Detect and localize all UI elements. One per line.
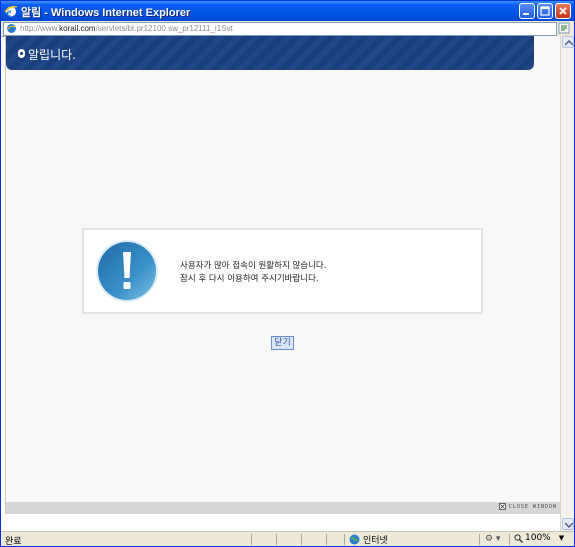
scroll-up-button[interactable] bbox=[562, 36, 574, 48]
message-box: 사용자가 많아 접속이 원활하지 않습니다. 잠시 후 다시 이용하여 주시기바… bbox=[82, 228, 483, 314]
minimize-icon bbox=[523, 13, 529, 15]
protected-mode-icon[interactable]: ⚙ ▾ bbox=[485, 534, 500, 544]
close-icon bbox=[559, 7, 567, 15]
zone-label: 인터넷 bbox=[363, 536, 388, 546]
status-divider bbox=[276, 534, 277, 545]
security-zone[interactable]: 인터넷 bbox=[349, 533, 388, 546]
address-path: /servlets/bt.pr12100.sw_pr12111_i1Svt bbox=[95, 24, 233, 33]
title-bar[interactable]: e 알림 - Windows Internet Explorer bbox=[1, 1, 574, 21]
status-divider bbox=[301, 534, 302, 545]
header-banner: 알립니다. bbox=[6, 36, 534, 70]
scroll-down-button[interactable] bbox=[562, 518, 574, 530]
zoom-icon bbox=[514, 533, 523, 543]
maximize-icon bbox=[540, 6, 550, 16]
footer-strip: CLOSE WINDOW bbox=[6, 502, 561, 514]
status-text: 완료 bbox=[5, 537, 22, 547]
vertical-scrollbar[interactable] bbox=[560, 36, 574, 531]
page-content: 알립니다. 사용자가 많아 접속이 원활하지 않습니다. 잠시 후 다시 이용하… bbox=[5, 36, 561, 514]
chevron-up-icon bbox=[565, 40, 573, 46]
ie-icon: e bbox=[4, 5, 18, 18]
address-domain: korail.com bbox=[59, 24, 96, 33]
close-window-button[interactable] bbox=[555, 3, 571, 19]
message-line-2: 잠시 후 다시 이용하여 주시기바랍니다. bbox=[180, 274, 319, 284]
maximize-button[interactable] bbox=[537, 3, 553, 19]
status-divider bbox=[251, 534, 252, 545]
close-box-icon bbox=[498, 503, 506, 510]
window-title: 알림 - Windows Internet Explorer bbox=[21, 7, 191, 19]
close-window-link[interactable]: CLOSE WINDOW bbox=[498, 503, 557, 510]
address-url: http://www.korail.com/servlets/bt.pr1210… bbox=[20, 23, 233, 34]
certificate-icon[interactable] bbox=[558, 22, 570, 34]
status-divider bbox=[326, 534, 327, 545]
bullet-icon bbox=[18, 49, 25, 58]
zoom-level: 100% bbox=[525, 533, 551, 543]
close-button[interactable]: 닫기 bbox=[271, 336, 294, 350]
status-divider bbox=[344, 534, 345, 545]
message-line-1: 사용자가 많아 접속이 원활하지 않습니다. bbox=[180, 261, 327, 271]
address-prefix: http://www. bbox=[20, 24, 60, 33]
zoom-control[interactable]: 100% ▼ bbox=[514, 533, 564, 543]
page-icon bbox=[7, 24, 17, 33]
banner-title: 알립니다. bbox=[28, 48, 76, 62]
address-field[interactable]: http://www.korail.com/servlets/bt.pr1210… bbox=[3, 22, 557, 36]
globe-icon bbox=[349, 534, 360, 545]
status-divider bbox=[509, 534, 510, 545]
browser-window: e 알림 - Windows Internet Explorer http://… bbox=[0, 0, 575, 547]
address-bar: http://www.korail.com/servlets/bt.pr1210… bbox=[1, 21, 574, 37]
chevron-down-icon: ▼ bbox=[558, 534, 565, 542]
minimize-button[interactable] bbox=[519, 3, 535, 19]
close-window-label: CLOSE WINDOW bbox=[508, 503, 557, 510]
chevron-down-icon bbox=[565, 522, 573, 528]
status-bar: 완료 인터넷 ⚙ ▾ 100% ▼ bbox=[1, 531, 574, 547]
status-divider bbox=[479, 534, 480, 545]
message-text: 사용자가 많아 접속이 원활하지 않습니다. 잠시 후 다시 이용하여 주시기바… bbox=[180, 260, 326, 286]
exclamation-icon bbox=[96, 240, 158, 302]
